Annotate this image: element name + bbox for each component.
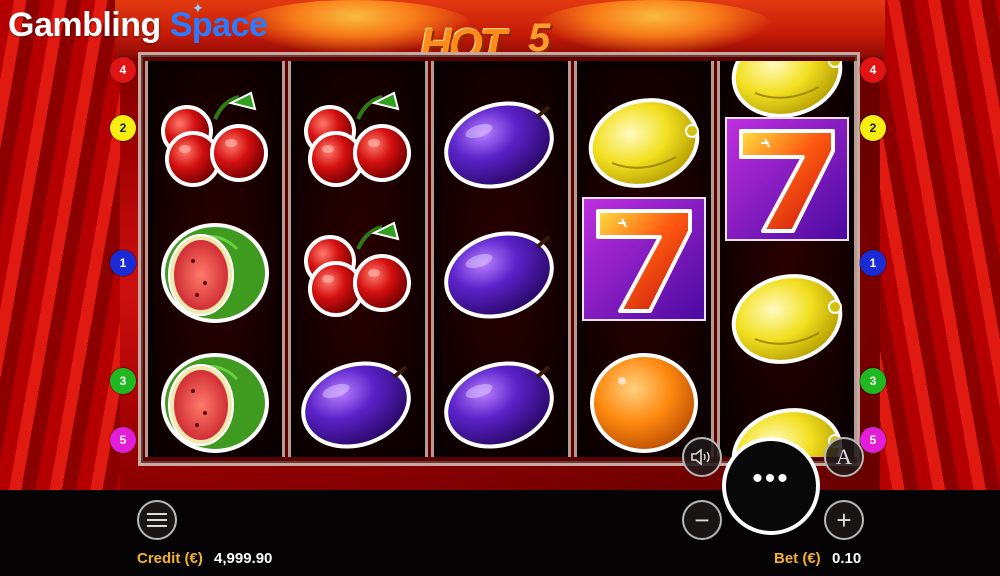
payline-3-marker: 3 [860,368,886,394]
reel-4 [574,61,714,457]
payline-4-marker: 4 [110,57,136,83]
lemon-symbol [582,81,706,205]
watermelon-symbol [153,211,277,335]
watermelon-symbol [153,341,277,457]
hamburger-icon [147,513,167,527]
payline-5-marker: 5 [860,427,886,453]
reel-1 [145,61,285,457]
credit-value: 4,999.90 [214,550,273,567]
orange-symbol [582,341,706,457]
right-curtain [880,0,1000,500]
credit-label: Credit (€) [137,550,203,567]
brand-part1: Gambling [8,6,161,44]
autoplay-button[interactable]: A [824,437,864,477]
sound-button[interactable] [682,437,722,477]
sparkle-icon: ✦ [192,0,204,16]
menu-button[interactable] [137,500,177,540]
more-dots-icon: ••• [752,462,790,495]
plum-symbol [439,81,563,205]
reels-frame [138,52,860,466]
bet-decrease-button[interactable]: − [682,500,722,540]
payline-2-marker: 2 [110,115,136,141]
left-curtain [0,0,120,500]
spin-button[interactable]: ••• [722,437,820,535]
seven-symbol [725,117,849,241]
plum-symbol [296,341,420,457]
plum-symbol [439,211,563,335]
payline-2-marker: 2 [860,115,886,141]
brand-part2: Space [169,6,268,44]
speaker-icon [691,448,710,466]
reel-3 [431,61,571,457]
payline-4-marker: 4 [860,57,886,83]
bet-increase-button[interactable]: + [824,500,864,540]
seven-symbol [582,197,706,321]
payline-3-marker: 3 [110,368,136,394]
cherry-symbol [153,81,277,205]
cherry-symbol [296,211,420,335]
payline-1-marker: 1 [110,250,136,276]
reel-5 [717,61,857,457]
payline-1-marker: 1 [860,250,886,276]
bet-value: 0.10 [832,550,862,567]
lemon-symbol [725,257,849,381]
reel-2 [288,61,428,457]
flame-decoration [535,0,775,55]
bet-label: Bet (€) [774,550,821,567]
plum-symbol [439,341,563,457]
payline-5-marker: 5 [110,427,136,453]
cherry-symbol [296,81,420,205]
brand-logo: Gambling Space [8,6,268,45]
